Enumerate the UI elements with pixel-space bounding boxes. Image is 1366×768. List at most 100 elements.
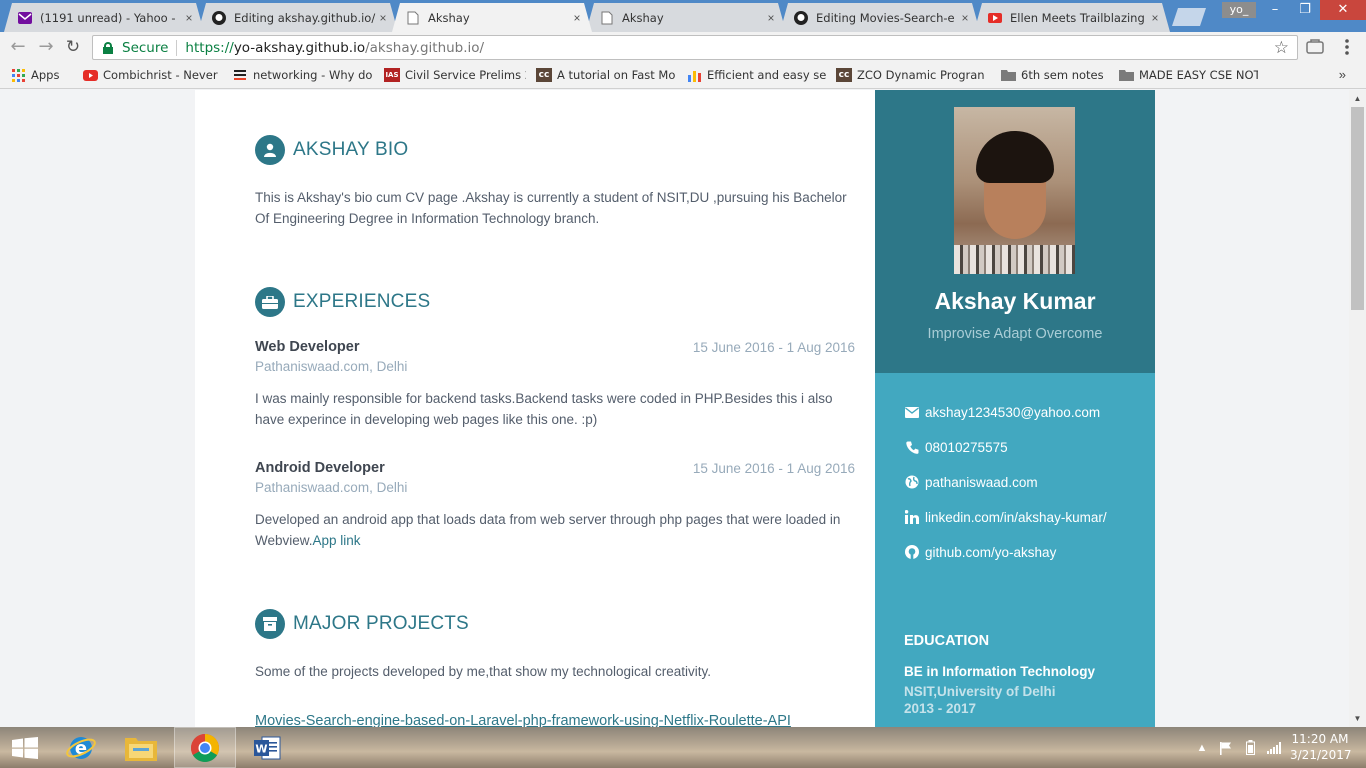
education-school: NSIT,University of Delhi xyxy=(904,684,1056,699)
education-years: 2013 - 2017 xyxy=(904,701,977,716)
profile-button[interactable]: yo_ xyxy=(1222,2,1256,18)
contact-email[interactable]: akshay1234530@yahoo.com xyxy=(904,404,1100,420)
address-divider xyxy=(176,39,178,56)
word-icon: W xyxy=(254,736,281,759)
contact-website[interactable]: pathaniswaad.com xyxy=(904,474,1038,490)
app-link[interactable]: App link xyxy=(313,533,361,548)
scroll-up-arrow-icon[interactable]: ▲ xyxy=(1349,90,1366,107)
scroll-down-arrow-icon[interactable]: ▼ xyxy=(1349,710,1366,727)
folder-icon xyxy=(1118,68,1134,82)
file-explorer-icon xyxy=(125,737,157,761)
job-description-block: Developed an android app that loads data… xyxy=(255,509,855,551)
forward-arrow-icon[interactable]: → xyxy=(36,37,56,57)
main-content: AKSHAY BIO This is Akshay's bio cum CV p… xyxy=(195,90,875,727)
tab-editing-github[interactable]: Editing akshay.github.io/ × xyxy=(198,3,398,32)
battery-icon[interactable] xyxy=(1242,740,1258,756)
tab-close-icon[interactable]: × xyxy=(182,11,196,25)
tab-close-icon[interactable]: × xyxy=(570,11,584,25)
tab-editing-movies[interactable]: Editing Movies-Search-e × xyxy=(780,3,980,32)
bookmark-6th-sem[interactable]: 6th sem notes xyxy=(1000,68,1108,82)
tab-close-icon[interactable]: × xyxy=(1148,11,1162,25)
bookmark-star-icon[interactable]: ☆ xyxy=(1274,38,1289,58)
secure-label: Secure xyxy=(122,39,169,56)
url-path: /akshay.github.io/ xyxy=(365,39,485,56)
projects-title: MAJOR PROJECTS xyxy=(293,613,469,634)
tab-ellen-youtube[interactable]: Ellen Meets Trailblazing × xyxy=(974,3,1170,32)
job-title: Web Developer xyxy=(255,339,360,355)
svg-text:W: W xyxy=(255,742,267,755)
education-degree: BE in Information Technology xyxy=(904,664,1095,679)
bookmark-networking[interactable]: networking - Why do xyxy=(232,68,374,82)
chart-icon xyxy=(686,68,702,82)
bookmark-apps[interactable]: Apps xyxy=(10,68,72,82)
profile-photo xyxy=(954,107,1075,274)
page-scrollbar[interactable]: ▲ ▼ xyxy=(1349,90,1366,727)
bookmark-civil-service[interactable]: IAS Civil Service Prelims 2 xyxy=(384,68,526,82)
bookmark-zco-dp[interactable]: cc ZCO Dynamic Progran xyxy=(836,68,990,82)
restore-icon[interactable]: ❐ xyxy=(1290,0,1320,20)
contact-phone[interactable]: 08010275575 xyxy=(904,439,1008,455)
youtube-icon xyxy=(82,68,98,82)
projects-intro: Some of the projects developed by me,tha… xyxy=(255,664,711,679)
apps-grid-icon xyxy=(10,68,26,82)
bookmark-made-easy[interactable]: MADE EASY CSE NOT xyxy=(1118,68,1258,82)
extension-icon[interactable] xyxy=(1306,37,1324,55)
bookmark-efficient-seg[interactable]: Efficient and easy seg xyxy=(686,68,826,82)
page-viewport: AKSHAY BIO This is Akshay's bio cum CV p… xyxy=(0,90,1349,727)
back-arrow-icon[interactable]: ← xyxy=(8,37,28,57)
experiences-section-header: EXPERIENCES xyxy=(255,287,430,317)
globe-icon xyxy=(904,474,920,490)
bookmark-fast-mo[interactable]: cc A tutorial on Fast Mo xyxy=(536,68,676,82)
bio-text: This is Akshay's bio cum CV page .Akshay… xyxy=(255,190,847,226)
new-tab-button[interactable] xyxy=(1172,8,1206,26)
address-bar[interactable]: Secure https:// yo-akshay.github.io /aks… xyxy=(92,35,1298,60)
taskbar-word[interactable]: W xyxy=(236,727,298,768)
github-icon xyxy=(212,11,226,25)
start-button[interactable] xyxy=(0,727,50,768)
scroll-thumb[interactable] xyxy=(1351,107,1364,310)
bio-title: AKSHAY BIO xyxy=(293,139,409,160)
github-icon xyxy=(794,11,808,25)
tab-akshay-active[interactable]: Akshay × xyxy=(392,3,592,32)
chrome-icon xyxy=(191,733,219,762)
tab-yahoo-mail[interactable]: (1191 unread) - Yahoo - × xyxy=(4,3,204,32)
window-close-icon[interactable]: ✕ xyxy=(1320,0,1366,20)
internet-explorer-icon: e xyxy=(66,736,96,759)
url-scheme: https:// xyxy=(185,39,234,56)
bookmarks-bar: Apps Combichrist - Never S networking - … xyxy=(0,62,1366,89)
windows-taskbar: e W ▲ 11:20 AM 3/21/2017 xyxy=(0,727,1366,768)
taskbar-clock[interactable]: 11:20 AM 3/21/2017 xyxy=(1290,731,1352,763)
contact-github[interactable]: github.com/yo-akshay xyxy=(904,544,1056,560)
folder-icon xyxy=(1000,68,1016,82)
browser-toolbar: ← → ↻ Secure https:// yo-akshay.github.i… xyxy=(0,32,1366,62)
job-company: Pathaniswaad.com, Delhi xyxy=(255,480,408,495)
archive-icon xyxy=(255,609,285,639)
network-signal-icon[interactable] xyxy=(1266,740,1282,756)
tab-akshay[interactable]: Akshay × xyxy=(586,3,786,32)
profile-card: Akshay Kumar Improvise Adapt Overcome xyxy=(875,90,1155,373)
stackoverflow-icon xyxy=(232,68,248,82)
taskbar-chrome[interactable] xyxy=(174,727,236,768)
show-hidden-icons-icon[interactable]: ▲ xyxy=(1194,740,1210,756)
experiences-title: EXPERIENCES xyxy=(293,291,431,312)
codechef-icon: cc xyxy=(536,68,552,82)
bookmark-combichrist[interactable]: Combichrist - Never S xyxy=(82,68,222,82)
profile-name: Akshay Kumar xyxy=(934,288,1096,314)
contact-panel: akshay1234530@yahoo.com 08010275575 path… xyxy=(875,373,1155,727)
project-link[interactable]: Movies-Search-engine-based-on-Laravel-ph… xyxy=(255,713,791,727)
tab-close-icon[interactable]: × xyxy=(376,11,390,25)
job-title: Android Developer xyxy=(255,460,385,476)
tab-close-icon[interactable]: × xyxy=(764,11,778,25)
linkedin-icon xyxy=(904,509,920,525)
tab-close-icon[interactable]: × xyxy=(958,11,972,25)
contact-linkedin[interactable]: linkedin.com/in/akshay-kumar/ xyxy=(904,509,1107,525)
minimize-icon[interactable]: – xyxy=(1260,0,1290,20)
taskbar-file-explorer[interactable] xyxy=(110,727,172,768)
action-center-flag-icon[interactable] xyxy=(1218,740,1234,756)
reload-icon[interactable]: ↻ xyxy=(63,37,83,57)
system-tray: ▲ xyxy=(1190,727,1286,768)
url-host: yo-akshay.github.io xyxy=(233,39,366,56)
taskbar-ie[interactable]: e xyxy=(50,727,112,768)
bookmarks-overflow-icon[interactable]: » xyxy=(1339,67,1346,82)
chrome-menu-icon[interactable] xyxy=(1338,38,1356,56)
